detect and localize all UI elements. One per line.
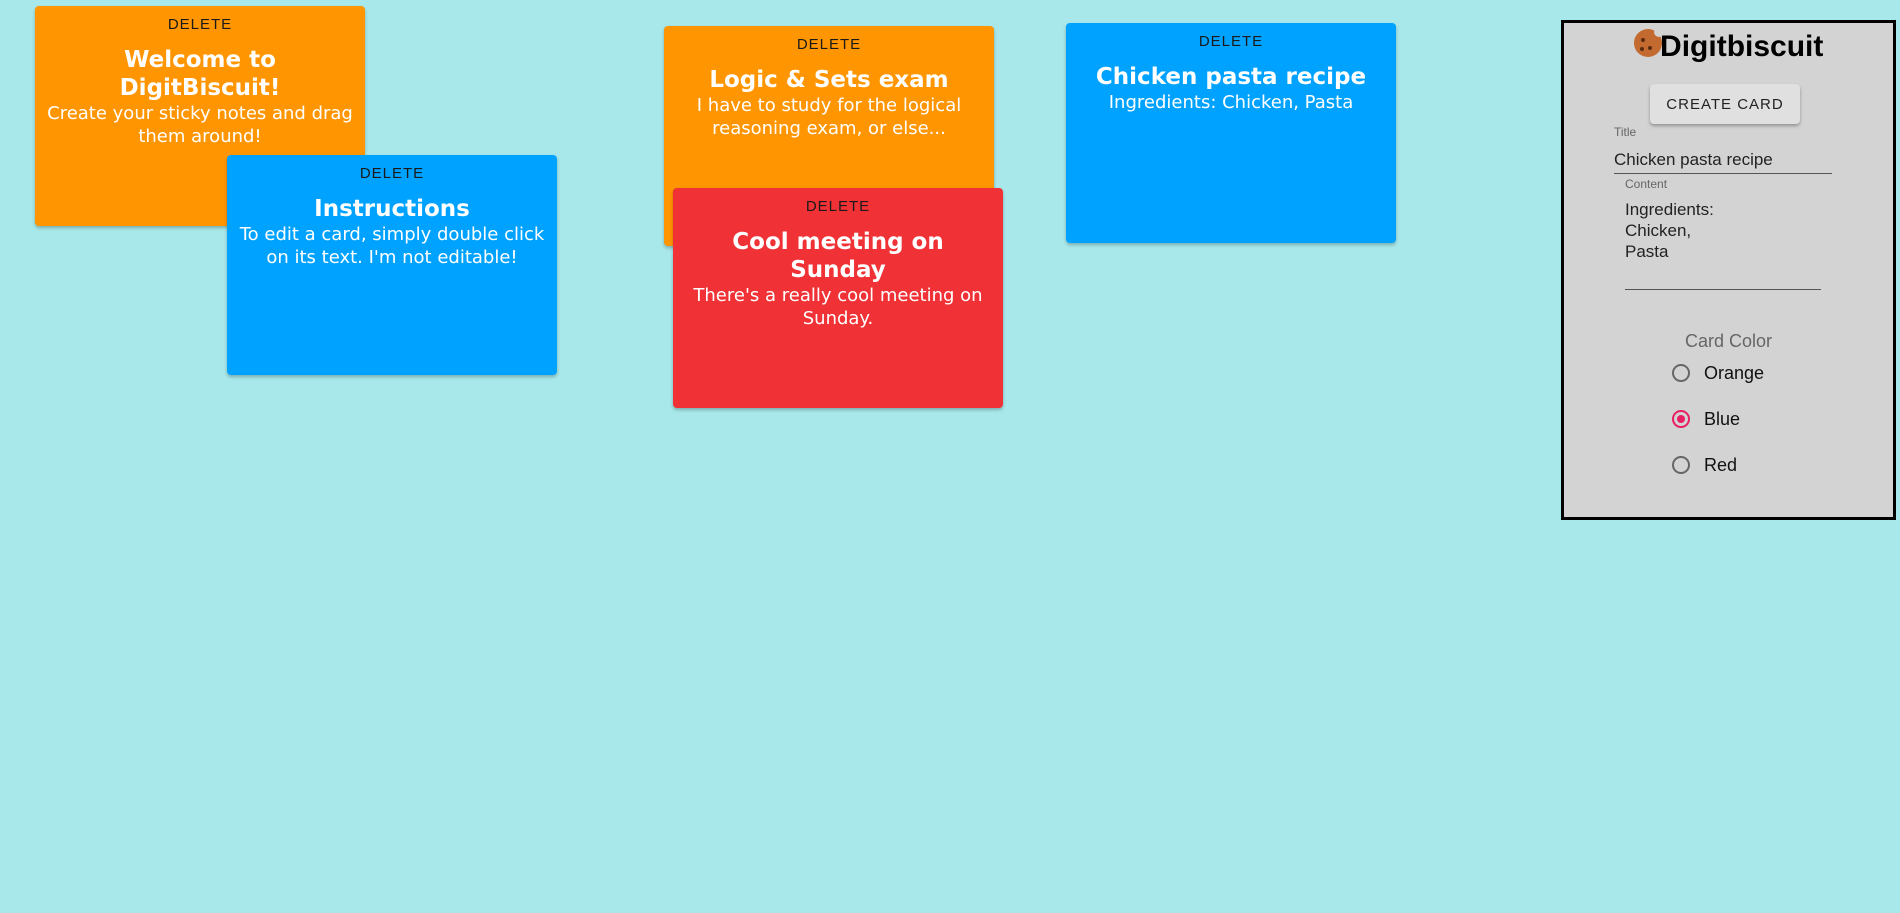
create-card-panel: Digitbiscuit CREATE CARD Title Content C… [1561,20,1896,520]
card-content[interactable]: Create your sticky notes and drag them a… [35,102,365,148]
card-title[interactable]: Chicken pasta recipe [1066,63,1396,91]
content-label: Content [1625,177,1668,191]
sticky-card[interactable]: DELETE Cool meeting on Sunday There's a … [673,188,1003,408]
color-option-red[interactable]: Red [1672,451,1737,479]
card-content[interactable]: There's a really cool meeting on Sunday. [673,284,1003,330]
color-option-blue[interactable]: Blue [1672,405,1740,433]
app-title: Digitbiscuit [1660,30,1824,63]
content-input[interactable] [1625,199,1821,290]
delete-button[interactable]: DELETE [1193,23,1269,51]
delete-button[interactable]: DELETE [354,155,430,183]
title-label: Title [1614,125,1637,139]
radio-button[interactable] [1672,456,1690,474]
card-content[interactable]: Ingredients: Chicken, Pasta [1066,91,1396,114]
create-card-button[interactable]: CREATE CARD [1650,84,1800,124]
delete-button[interactable]: DELETE [791,26,867,54]
card-content: To edit a card, simply double click on i… [239,224,545,268]
radio-button[interactable] [1672,410,1690,428]
panel-header: Digitbiscuit [1564,27,1893,67]
card-title[interactable]: Welcome to DigitBiscuit! [35,46,365,102]
delete-button[interactable]: DELETE [800,188,876,216]
color-option-orange[interactable]: Orange [1672,359,1764,387]
board: DELETE Welcome to DigitBiscuit! Create y… [0,0,1900,913]
sticky-card[interactable]: DELETE Chicken pasta recipe Ingredients:… [1066,23,1396,243]
sticky-card[interactable]: DELETE Instructions To edit a card, simp… [227,155,557,375]
card-title: Instructions [314,196,470,222]
delete-button[interactable]: DELETE [162,6,238,34]
cookie-icon [1633,27,1664,57]
title-input[interactable] [1614,147,1832,174]
radio-label: Red [1704,454,1738,475]
radio-label: Orange [1704,362,1765,383]
card-title[interactable]: Cool meeting on Sunday [673,228,1003,284]
radio-button[interactable] [1672,364,1690,382]
card-title[interactable]: Logic & Sets exam [664,66,994,94]
radio-label: Blue [1704,408,1741,429]
card-color-label: Card Color [1684,331,1773,351]
card-content[interactable]: I have to study for the logical reasonin… [664,94,994,140]
